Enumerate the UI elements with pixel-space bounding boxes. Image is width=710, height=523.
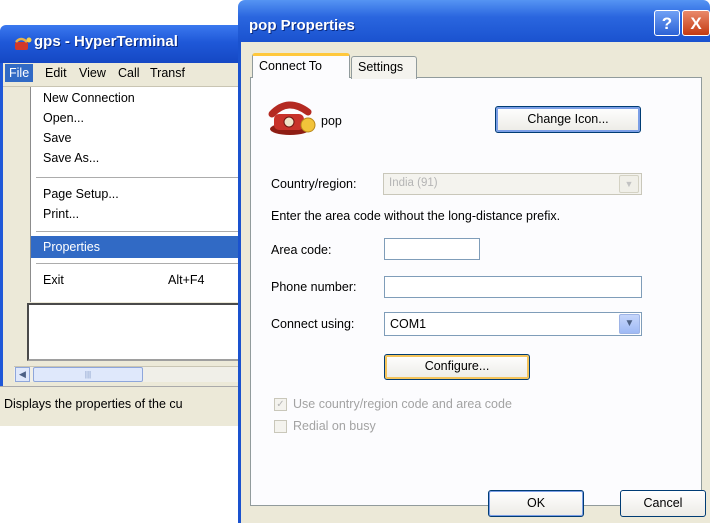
redial-on-busy-checkbox[interactable]: [274, 420, 287, 433]
scroll-left-icon[interactable]: ◀: [15, 367, 30, 382]
help-icon[interactable]: ?: [654, 10, 680, 36]
menu-item-print[interactable]: Print...: [43, 207, 79, 221]
tab-connect-to[interactable]: Connect To: [252, 53, 350, 78]
hyperterminal-frame: [0, 63, 3, 426]
country-region-value: India (91): [389, 177, 438, 189]
configure-button[interactable]: Configure...: [384, 354, 530, 380]
close-icon[interactable]: X: [682, 10, 710, 36]
menu-view[interactable]: View: [79, 66, 106, 80]
menu-item-save-as[interactable]: Save As...: [43, 151, 99, 165]
ok-button[interactable]: OK: [488, 490, 584, 517]
menu-item-save[interactable]: Save: [43, 131, 72, 145]
menu-item-new-connection[interactable]: New Connection: [43, 91, 135, 105]
phone-number-label: Phone number:: [271, 280, 357, 294]
menu-call[interactable]: Call: [118, 66, 140, 80]
area-code-label: Area code:: [271, 243, 332, 257]
chevron-down-icon[interactable]: ▼: [619, 314, 640, 334]
dialog-title: pop Properties: [249, 17, 355, 34]
connection-name: pop: [321, 114, 342, 128]
connect-using-value: COM1: [390, 317, 427, 331]
area-code-input[interactable]: [384, 238, 480, 260]
menu-item-properties[interactable]: Properties: [43, 240, 100, 254]
change-icon-button[interactable]: Change Icon...: [495, 106, 641, 133]
menu-separator: [36, 231, 248, 232]
checkmark-icon: ✓: [276, 399, 285, 410]
menu-separator: [36, 263, 248, 264]
redial-on-busy-label: Redial on busy: [293, 419, 376, 433]
connect-using-label: Connect using:: [271, 317, 355, 331]
menu-edit[interactable]: Edit: [45, 66, 67, 80]
exit-shortcut: Alt+F4: [168, 273, 205, 287]
menu-item-open[interactable]: Open...: [43, 111, 84, 125]
menu-item-page-setup[interactable]: Page Setup...: [43, 187, 119, 201]
phone-number-input[interactable]: [384, 276, 642, 298]
use-country-code-label: Use country/region code and area code: [293, 397, 512, 411]
hyperterminal-app-icon: [15, 37, 32, 50]
scrollbar-thumb[interactable]: |||: [33, 367, 143, 382]
hyperterminal-title: gps - HyperTerminal: [34, 33, 178, 50]
chevron-down-icon[interactable]: ▼: [619, 175, 639, 193]
menu-file[interactable]: File: [5, 64, 34, 82]
phone-connection-icon: [268, 101, 316, 135]
menu-transfer[interactable]: Transf: [150, 66, 185, 80]
status-text: Displays the properties of the cu: [4, 397, 183, 411]
terminal-area[interactable]: [27, 303, 248, 361]
tab-settings[interactable]: Settings: [351, 56, 417, 79]
use-country-code-checkbox[interactable]: ✓: [274, 398, 287, 411]
area-code-hint: Enter the area code without the long-dis…: [271, 209, 561, 223]
country-region-label: Country/region:: [271, 177, 357, 191]
menu-separator: [36, 177, 248, 178]
cancel-button[interactable]: Cancel: [620, 490, 706, 517]
menu-item-exit[interactable]: Exit: [43, 273, 64, 287]
